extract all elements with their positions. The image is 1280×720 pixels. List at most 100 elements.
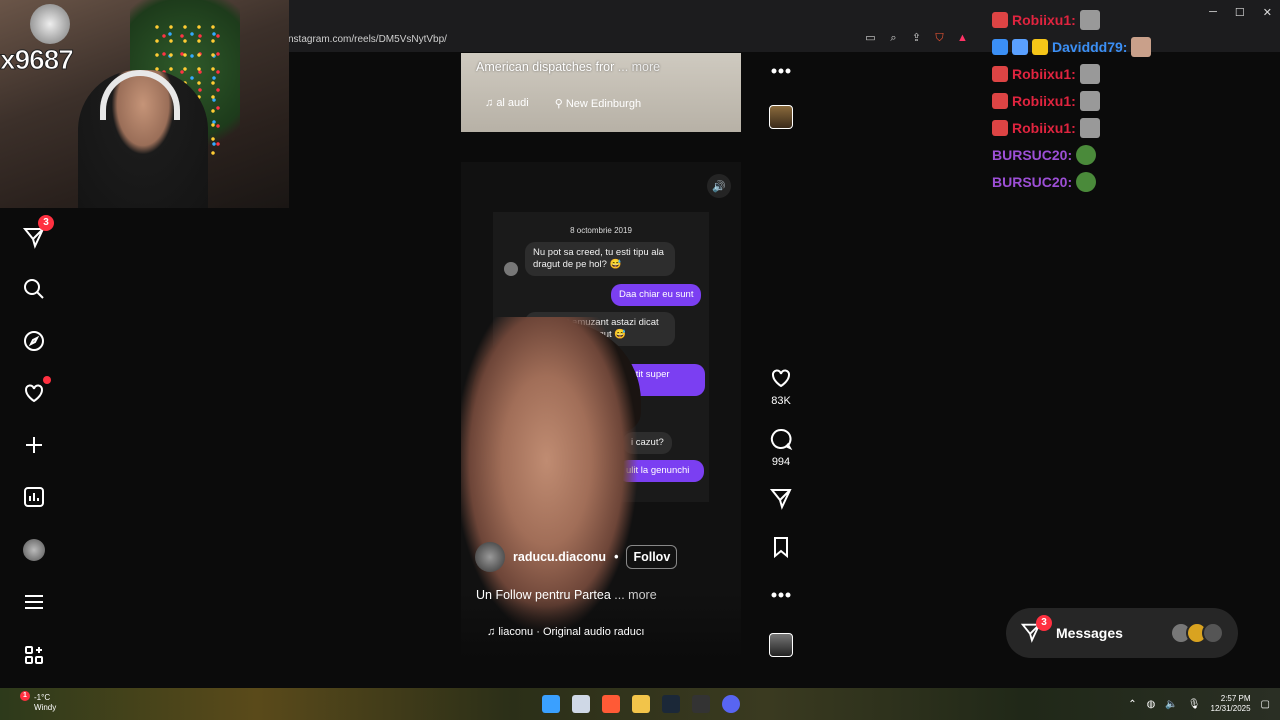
share-icon[interactable]: ⇪	[910, 32, 923, 45]
cast-icon[interactable]: ▭	[864, 32, 877, 45]
brave-icon[interactable]	[602, 695, 620, 713]
sidebar-item-notifications[interactable]	[20, 376, 51, 407]
send-icon	[769, 489, 792, 510]
chat-message: Robiixu1:	[992, 87, 1192, 114]
share-button[interactable]	[766, 486, 796, 510]
address-bar[interactable]: nstagram.com/reels/DM5VsNytVbp/	[288, 31, 447, 49]
pepe-emote-icon	[1076, 171, 1097, 192]
caption-text: American dispatches fror	[476, 60, 615, 74]
sidebar-item-explore[interactable]	[20, 327, 48, 355]
webcam-overlay: x9687	[0, 0, 289, 208]
chat-username: Robiixu1:	[1012, 92, 1076, 109]
volume-icon[interactable]: 🔈	[1165, 699, 1177, 710]
follow-button[interactable]: Follov	[626, 545, 678, 569]
audio-cover	[769, 105, 793, 129]
chat-username: BURSUC20:	[992, 146, 1073, 163]
clock-time: 2:57 PM	[1220, 694, 1251, 703]
sidebar-item-create[interactable]	[20, 431, 48, 459]
microphone-icon[interactable]: 🎙	[1188, 699, 1201, 710]
start-icon[interactable]	[542, 695, 560, 713]
minimize-icon[interactable]: ─	[1209, 6, 1217, 19]
sound-toggle-icon[interactable]: 🔊	[707, 174, 731, 198]
messages-label: Messages	[1056, 625, 1123, 641]
sidebar-item-search[interactable]	[20, 275, 48, 303]
window-controls: ─ ☐ ✕	[1209, 6, 1272, 19]
sidebar-item-dashboard[interactable]	[20, 483, 48, 511]
reel-audio[interactable]: ♫ al audi	[485, 97, 529, 110]
badge-icon	[992, 11, 1008, 28]
brave-rewards-icon[interactable]: ▲	[956, 32, 969, 45]
save-button[interactable]	[766, 535, 796, 559]
sidebar-item-meta-apps[interactable]	[20, 641, 48, 669]
sidebar-item-profile[interactable]	[20, 536, 48, 564]
sidebar-item-messages[interactable]: 3	[20, 215, 54, 251]
weather-condition: Windy	[34, 703, 57, 712]
maximize-icon[interactable]: ☐	[1235, 6, 1245, 19]
pepe-emote-icon	[1076, 144, 1097, 165]
chat-date: 8 octombrie 2019	[570, 226, 632, 235]
badge-icon	[992, 65, 1008, 82]
temperature: -1°C	[34, 693, 51, 702]
zoom-icon[interactable]: ⌕	[887, 32, 900, 45]
badge-icon	[1012, 38, 1028, 55]
owner-username[interactable]: raducu.diaconu	[513, 550, 606, 564]
chat-username: Robiixu1:	[1012, 11, 1076, 28]
chat-message: Robiixu1:	[992, 60, 1192, 87]
address-bar-icons: ▭ ⌕ ⇪ ⛉ ▲	[864, 32, 969, 45]
comment-button[interactable]: 994	[766, 427, 796, 468]
chat-message: Robiixu1:	[992, 6, 1192, 33]
clock-date: 12/31/2025	[1210, 704, 1251, 713]
reel-audio[interactable]: ♫ liaconu · Original audio raducı	[487, 626, 644, 638]
more-options-prev[interactable]	[766, 59, 796, 83]
stream-chat: Robiixu1: Daviddd79: Robiixu1: Robiixu1:…	[992, 6, 1192, 195]
more-options-button[interactable]	[766, 583, 796, 607]
task-view-icon[interactable]	[572, 695, 590, 713]
comment-icon	[770, 428, 793, 451]
apps-icon	[25, 646, 43, 664]
taskbar-apps	[542, 695, 740, 713]
steam-icon[interactable]	[662, 695, 680, 713]
network-icon[interactable]: ◍	[1147, 699, 1156, 710]
notification-icon[interactable]: ▢	[1261, 699, 1270, 710]
sidebar-item-more[interactable]	[20, 588, 48, 616]
reel-caption: American dispatches fror ... more	[476, 60, 660, 74]
reel-current[interactable]: 🔊 8 octombrie 2019 Nu pot sa creed, tu e…	[461, 162, 741, 659]
audio-cover	[769, 633, 793, 657]
reel-meta: ♫ al audi ⚲ New Edinburgh	[485, 97, 641, 110]
chat-username: Daviddd79:	[1052, 38, 1128, 55]
owner-avatar[interactable]	[475, 542, 505, 572]
bookmark-icon	[774, 537, 788, 559]
sidebar: 3	[0, 208, 68, 688]
close-icon[interactable]: ✕	[1263, 6, 1272, 19]
chat-message: BURSUC20:	[992, 141, 1192, 168]
reel-previous[interactable]: American dispatches fror ... more ♫ al a…	[461, 53, 741, 132]
messages-button[interactable]: 3 Messages	[1006, 608, 1238, 658]
contact-avatar	[1202, 622, 1224, 644]
audio-thumbnail[interactable]	[766, 633, 796, 657]
badge-icon	[992, 38, 1008, 55]
like-button[interactable]: 83K	[766, 366, 796, 407]
discord-icon[interactable]	[722, 695, 740, 713]
chat-bubble-out: Daa chiar eu sunt	[611, 284, 702, 306]
profile-avatar	[23, 539, 45, 561]
messages-badge: 3	[38, 215, 54, 231]
brave-shield-icon[interactable]: ⛉	[933, 32, 946, 45]
notification-dot	[43, 376, 51, 384]
weather-badge: 1	[20, 691, 30, 701]
system-tray: ⌃ ◍ 🔈 🎙 2:57 PM 12/31/2025 ▢	[1128, 694, 1270, 714]
plus-icon	[26, 437, 42, 453]
app-icon[interactable]	[692, 695, 710, 713]
reel-caption: Un Follow pentru Partea ... more	[476, 588, 657, 602]
weather-widget[interactable]: 1 -1°C Windy	[12, 691, 57, 713]
file-explorer-icon[interactable]	[632, 695, 650, 713]
reel-location[interactable]: ⚲ New Edinburgh	[555, 97, 641, 110]
overlay-avatar	[30, 4, 70, 44]
caption-more-link[interactable]: ... more	[618, 60, 660, 74]
audio-thumbnail-prev[interactable]	[766, 105, 796, 129]
emote-icon	[1079, 117, 1100, 138]
caption-more-link[interactable]: ... more	[614, 588, 656, 602]
chevron-up-icon[interactable]: ⌃	[1128, 699, 1136, 710]
badge-icon	[1032, 38, 1048, 55]
badge-icon	[992, 92, 1008, 109]
clock[interactable]: 2:57 PM 12/31/2025	[1211, 694, 1251, 714]
